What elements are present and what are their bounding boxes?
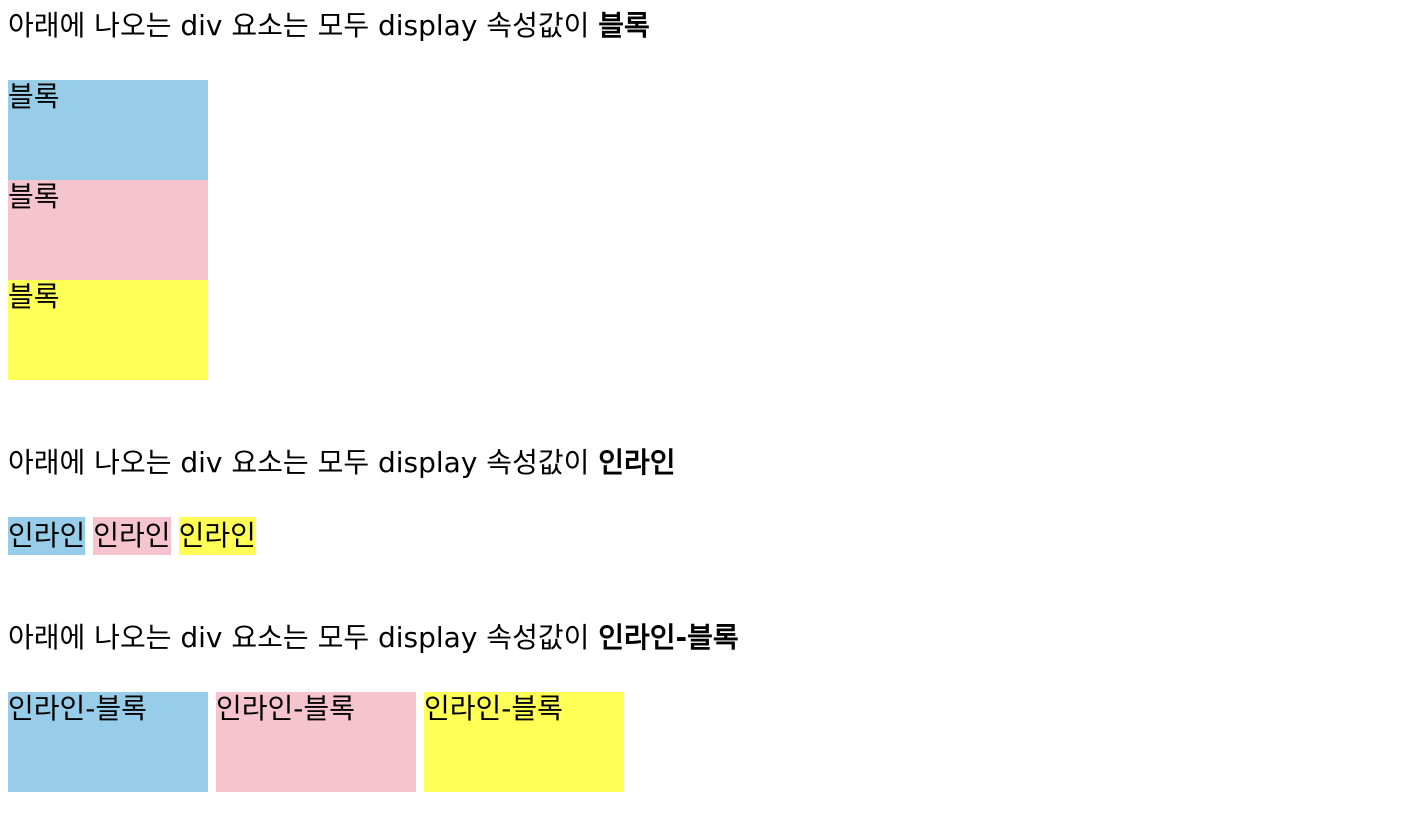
heading-prefix: 아래에 나오는 div 요소는 모두 display 속성값이 (8, 621, 599, 654)
section-heading-block: 아래에 나오는 div 요소는 모두 display 속성값이 블록 (8, 7, 1400, 44)
block-item-blue: 블록 (8, 80, 208, 180)
heading-value: 인라인 (598, 446, 676, 479)
heading-prefix: 아래에 나오는 div 요소는 모두 display 속성값이 (8, 9, 599, 42)
inline-block-item-pink: 인라인-블록 (216, 692, 416, 792)
block-item-yellow: 블록 (8, 280, 208, 380)
inline-block-group: 인라인-블록 인라인-블록 인라인-블록 (8, 692, 1400, 792)
inline-item-pink: 인라인 (93, 517, 171, 555)
inline-item-blue: 인라인 (8, 517, 86, 555)
heading-value: 인라인-블록 (598, 621, 739, 654)
section-heading-inline-block: 아래에 나오는 div 요소는 모두 display 속성값이 인라인-블록 (8, 619, 1400, 656)
block-group: 블록 블록 블록 (8, 80, 208, 380)
inline-item-yellow: 인라인 (178, 517, 256, 555)
inline-block-item-blue: 인라인-블록 (8, 692, 208, 792)
section-heading-inline: 아래에 나오는 div 요소는 모두 display 속성값이 인라인 (8, 444, 1400, 481)
inline-block-item-yellow: 인라인-블록 (424, 692, 624, 792)
block-item-pink: 블록 (8, 180, 208, 280)
inline-group: 인라인 인라인 인라인 (8, 517, 1400, 555)
heading-value: 블록 (598, 9, 650, 42)
heading-prefix: 아래에 나오는 div 요소는 모두 display 속성값이 (8, 446, 599, 479)
